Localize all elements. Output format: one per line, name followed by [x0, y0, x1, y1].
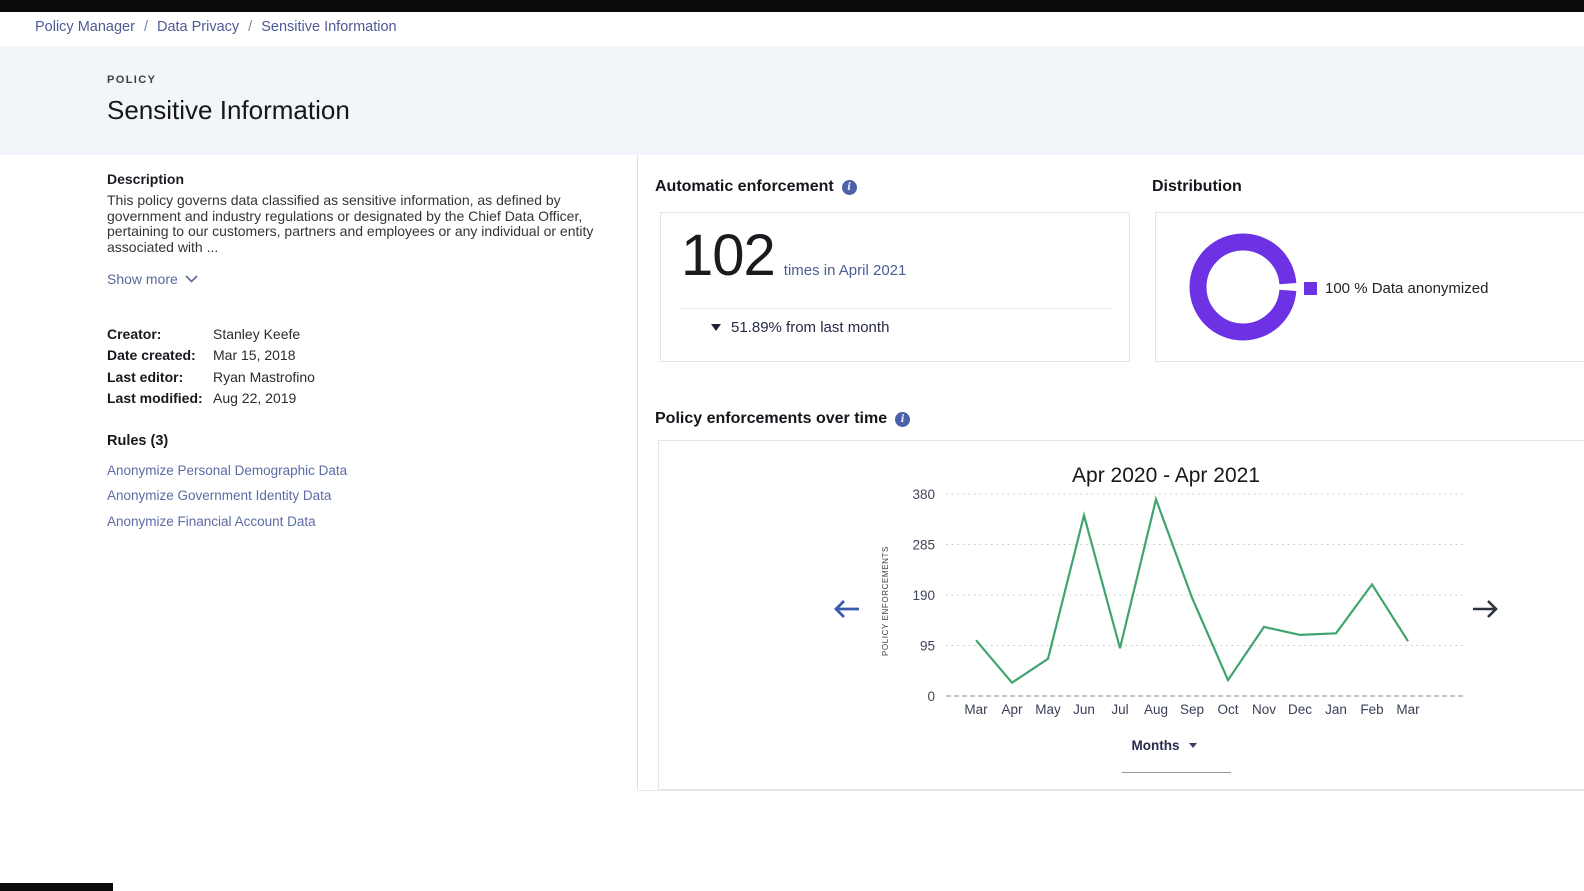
legend-swatch-icon [1304, 282, 1317, 295]
svg-text:Apr 2020 - Apr 2021: Apr 2020 - Apr 2021 [1072, 464, 1260, 487]
svg-text:Dec: Dec [1288, 702, 1312, 717]
description-text: This policy governs data classified as s… [107, 193, 599, 256]
svg-text:380: 380 [912, 487, 935, 502]
svg-text:Jan: Jan [1325, 702, 1347, 717]
enforcement-change-row: 51.89% from last month [711, 319, 889, 336]
donut-legend: 100 % Data anonymized [1304, 280, 1488, 297]
chevron-down-icon [185, 275, 198, 283]
breadcrumb-sensitive-information[interactable]: Sensitive Information [261, 19, 396, 35]
automatic-enforcement-heading: Automatic enforcement i [655, 178, 857, 196]
svg-text:Apr: Apr [1001, 702, 1023, 717]
info-icon[interactable]: i [895, 412, 910, 427]
svg-text:Jul: Jul [1111, 702, 1128, 717]
chevron-down-icon [1189, 743, 1197, 748]
svg-text:Oct: Oct [1217, 702, 1238, 717]
svg-text:285: 285 [912, 538, 935, 553]
breadcrumb-data-privacy[interactable]: Data Privacy [157, 19, 239, 35]
previous-period-arrow-icon[interactable] [829, 597, 863, 621]
svg-text:Jun: Jun [1073, 702, 1095, 717]
breadcrumb-policy-manager[interactable]: Policy Manager [35, 19, 135, 35]
rule-link-government-identity[interactable]: Anonymize Government Identity Data [107, 483, 622, 509]
breadcrumb-separator: / [144, 19, 148, 35]
policy-summary-panel: Description This policy governs data cla… [107, 171, 622, 534]
meta-value: Ryan Mastrofino [213, 367, 622, 389]
show-more-button[interactable]: Show more [107, 271, 198, 287]
distribution-heading-label: Distribution [1152, 178, 1242, 196]
enforcement-count-caption: times in April 2021 [784, 262, 907, 279]
svg-text:Nov: Nov [1252, 702, 1276, 717]
meta-value: Stanley Keefe [213, 324, 622, 346]
meta-value: Mar 15, 2018 [213, 345, 622, 367]
info-icon[interactable]: i [842, 180, 857, 195]
description-heading: Description [107, 171, 622, 187]
enforcement-change-text: 51.89% from last month [731, 319, 889, 336]
enforcement-count: 102 [681, 227, 775, 285]
next-period-arrow-icon[interactable] [1469, 597, 1503, 621]
automatic-enforcement-heading-label: Automatic enforcement [655, 178, 834, 196]
top-black-bar [0, 0, 1584, 12]
months-dropdown[interactable]: Months [1079, 738, 1249, 753]
decrease-triangle-icon [711, 324, 721, 331]
svg-text:Sep: Sep [1180, 702, 1204, 717]
meta-label: Date created: [107, 345, 213, 367]
policy-detail-page: Policy Manager / Data Privacy / Sensitiv… [0, 0, 1584, 891]
svg-text:190: 190 [912, 588, 935, 603]
enforcements-chart-card: Apr 2020 - Apr 2021 0 95 190 285 380 Mar Apr May… [658, 440, 1584, 790]
svg-text:0: 0 [927, 689, 935, 704]
rules-heading: Rules (3) [107, 433, 622, 449]
svg-text:Mar: Mar [964, 702, 988, 717]
automatic-enforcement-card: 102 times in April 2021 51.89% from last… [660, 212, 1130, 362]
rules-list: Anonymize Personal Demographic Data Anon… [107, 458, 622, 535]
svg-text:Aug: Aug [1144, 702, 1168, 717]
bottom-black-bar-fragment [0, 883, 113, 891]
meta-label: Last editor: [107, 367, 213, 389]
rule-link-personal-demographic[interactable]: Anonymize Personal Demographic Data [107, 458, 622, 484]
card-divider [679, 308, 1113, 309]
breadcrumb-separator: / [248, 19, 252, 35]
months-dropdown-underline [1122, 772, 1231, 773]
page-title: Sensitive Information [107, 95, 1584, 126]
distribution-donut-chart [1187, 231, 1299, 343]
svg-text:95: 95 [920, 639, 935, 654]
donut-legend-label: 100 % Data anonymized [1325, 280, 1488, 297]
svg-text:May: May [1035, 702, 1061, 717]
meta-label: Creator: [107, 324, 213, 346]
column-divider [637, 155, 638, 790]
meta-value: Aug 22, 2019 [213, 388, 622, 410]
enforcements-over-time-heading-label: Policy enforcements over time [655, 410, 887, 428]
svg-text:Mar: Mar [1396, 702, 1420, 717]
months-dropdown-label: Months [1132, 738, 1180, 753]
enforcements-over-time-heading: Policy enforcements over time i [655, 410, 910, 428]
policy-metadata: Creator: Stanley Keefe Date created: Mar… [107, 324, 622, 410]
y-axis-title: POLICY ENFORCEMENTS [881, 531, 895, 671]
svg-text:Feb: Feb [1360, 702, 1383, 717]
distribution-card: 100 % Data anonymized [1155, 212, 1584, 362]
rule-link-financial-account[interactable]: Anonymize Financial Account Data [107, 509, 622, 535]
breadcrumb: Policy Manager / Data Privacy / Sensitiv… [35, 19, 397, 35]
meta-label: Last modified: [107, 388, 213, 410]
show-more-label: Show more [107, 271, 178, 287]
distribution-heading: Distribution [1152, 178, 1242, 196]
page-header: POLICY Sensitive Information [0, 46, 1584, 155]
policy-eyebrow-label: POLICY [107, 74, 1584, 86]
enforcement-count-row: 102 times in April 2021 [681, 227, 906, 285]
